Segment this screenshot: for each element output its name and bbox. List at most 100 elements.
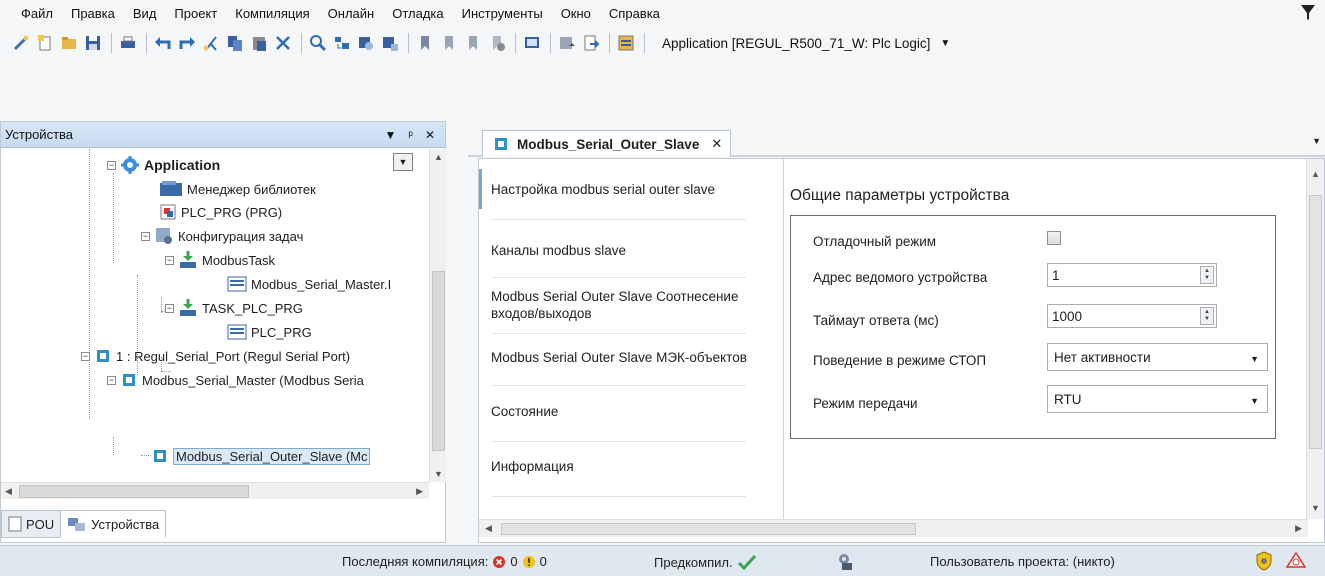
paste-icon[interactable]: [248, 32, 270, 54]
scroll-up-icon[interactable]: ▲: [434, 152, 443, 162]
side-tab-settings[interactable]: Настройка modbus serial outer slave: [479, 169, 769, 209]
menu-window[interactable]: Окно: [552, 6, 600, 21]
menu-online[interactable]: Онлайн: [319, 6, 384, 21]
close-icon[interactable]: ✕: [711, 136, 722, 152]
scrollbar-thumb[interactable]: [1309, 195, 1322, 449]
side-tab-iec-objects[interactable]: Modbus Serial Outer Slave МЭК-объектов: [479, 337, 769, 377]
close-icon[interactable]: ✕: [425, 128, 435, 142]
tree-node-modbus-serial-master-call[interactable]: Modbus_Serial_Master.I: [227, 273, 391, 295]
tree-node-modbustask[interactable]: − ModbusTask: [165, 249, 275, 271]
slave-address-stepper[interactable]: 1 ▲ ▼: [1047, 263, 1217, 287]
redo-icon[interactable]: [176, 32, 198, 54]
pin-icon[interactable]: ᵖ: [408, 128, 413, 142]
spin-up-icon[interactable]: ▲: [1204, 309, 1210, 316]
screen-icon[interactable]: [521, 32, 543, 54]
delete-icon[interactable]: [272, 32, 294, 54]
tree-node-library-manager[interactable]: Менеджер библиотек: [159, 178, 316, 200]
collapse-icon[interactable]: −: [107, 375, 116, 385]
bookmark-prev-icon[interactable]: [462, 32, 484, 54]
scrollbar-thumb[interactable]: [501, 523, 916, 535]
side-tab-channels[interactable]: Каналы modbus slave: [479, 239, 769, 261]
collapse-icon[interactable]: −: [81, 351, 90, 361]
scroll-down-icon[interactable]: ▼: [1311, 503, 1320, 513]
tree-node-task-configuration[interactable]: − Конфигурация задач: [141, 225, 303, 247]
undo-icon[interactable]: [152, 32, 174, 54]
device-menu-icon[interactable]: [556, 32, 578, 54]
collapse-icon[interactable]: −: [107, 160, 116, 170]
spin-down-icon[interactable]: ▼: [1204, 275, 1210, 282]
tab-modbus-serial-outer-slave[interactable]: Modbus_Serial_Outer_Slave ✕: [482, 130, 732, 157]
cut-icon[interactable]: [200, 32, 222, 54]
side-tab-label: Modbus Serial Outer Slave МЭК-объектов: [491, 349, 747, 365]
spin-up-icon[interactable]: ▲: [1204, 268, 1210, 275]
stepper-buttons[interactable]: ▲ ▼: [1200, 266, 1214, 284]
editor-horizontal-scrollbar[interactable]: ◀ ▶: [479, 519, 1308, 537]
collapse-icon[interactable]: −: [141, 231, 150, 241]
tree-horizontal-scrollbar[interactable]: ◀ ▶: [1, 482, 429, 499]
tab-pou[interactable]: POU: [1, 510, 62, 538]
task-config-icon[interactable]: [615, 32, 637, 54]
new-file-icon[interactable]: [34, 32, 56, 54]
menu-view[interactable]: Вид: [124, 6, 166, 21]
connection-warning-icon[interactable]: [1286, 551, 1306, 569]
side-tab-status[interactable]: Состояние: [479, 400, 769, 422]
bookmark-icon[interactable]: [414, 32, 436, 54]
editor-vertical-scrollbar[interactable]: ▲ ▼: [1306, 159, 1324, 519]
menu-help[interactable]: Справка: [600, 6, 669, 21]
copy-icon[interactable]: [224, 32, 246, 54]
open-project-icon[interactable]: [58, 32, 80, 54]
side-tab-io-mapping[interactable]: Modbus Serial Outer Slave Соотнесение вх…: [479, 285, 769, 325]
device-export-icon[interactable]: [580, 32, 602, 54]
bookmark-clear-icon[interactable]: [486, 32, 508, 54]
scroll-left-icon[interactable]: ◀: [485, 523, 492, 534]
menu-debug[interactable]: Отладка: [383, 6, 452, 21]
tree-node-modbus-serial-master[interactable]: − Modbus_Serial_Master (Modbus Seria: [107, 369, 364, 391]
spin-down-icon[interactable]: ▼: [1204, 316, 1210, 323]
active-application-select[interactable]: Application [REGUL_R500_71_W: Plc Logic]…: [656, 31, 957, 55]
menu-edit[interactable]: Правка: [62, 6, 124, 21]
tree-node-application[interactable]: − Application: [107, 154, 220, 176]
find-icon[interactable]: [307, 32, 329, 54]
scroll-down-icon[interactable]: ▼: [434, 469, 443, 479]
scroll-right-icon[interactable]: ▶: [416, 486, 423, 497]
transmission-mode-select[interactable]: RTU ▼: [1047, 385, 1268, 413]
tab-devices[interactable]: Устройства: [60, 510, 167, 538]
scroll-up-icon[interactable]: ▲: [1311, 169, 1320, 179]
project-settings-icon[interactable]: [836, 551, 854, 571]
browse-next-icon[interactable]: [379, 32, 401, 54]
find-replace-icon[interactable]: [331, 32, 353, 54]
collapse-icon[interactable]: −: [165, 303, 174, 313]
tree-node-task-plc-prg[interactable]: − TASK_PLC_PRG: [165, 297, 303, 319]
bookmark-next-icon[interactable]: [438, 32, 460, 54]
tree-node-modbus-serial-outer-slave[interactable]: Modbus_Serial_Outer_Slave (Mc: [151, 445, 371, 467]
save-icon[interactable]: [82, 32, 104, 54]
tree-node-plc-prg-call[interactable]: PLC_PRG: [227, 321, 312, 343]
tree-node-plc-prg-program[interactable]: PLC_PRG (PRG): [159, 201, 282, 223]
stop-behavior-select[interactable]: Нет активности ▼: [1047, 343, 1268, 371]
collapse-icon[interactable]: −: [165, 255, 174, 265]
new-object-icon[interactable]: [10, 32, 32, 54]
scrollbar-thumb[interactable]: [432, 271, 445, 451]
last-compile-label: Последняя компиляция:: [342, 554, 489, 569]
scroll-left-icon[interactable]: ◀: [5, 486, 12, 497]
menu-file[interactable]: Файл: [12, 6, 62, 21]
scrollbar-thumb[interactable]: [19, 485, 249, 498]
stepper-buttons[interactable]: ▲ ▼: [1200, 307, 1214, 325]
browse-icon[interactable]: [355, 32, 377, 54]
security-shield-icon[interactable]: [1255, 551, 1273, 571]
tree-vertical-scrollbar[interactable]: ▲ ▼: [429, 149, 446, 482]
side-tab-information[interactable]: Информация: [479, 455, 769, 477]
tab-list-dropdown-icon[interactable]: ▼: [1312, 136, 1321, 146]
tree-node-regul-serial-port[interactable]: − 1 : Regul_Serial_Port (Regul Serial Po…: [81, 345, 350, 367]
menu-build[interactable]: Компиляция: [226, 6, 318, 21]
application-dropdown-button[interactable]: ▼: [393, 153, 413, 171]
task-icon: [180, 299, 196, 316]
menu-project[interactable]: Проект: [165, 6, 226, 21]
pane-menu-icon[interactable]: ▼: [385, 128, 397, 142]
menu-tools[interactable]: Инструменты: [453, 6, 552, 21]
debug-mode-checkbox[interactable]: [1047, 231, 1061, 245]
print-icon[interactable]: [117, 32, 139, 54]
scroll-right-icon[interactable]: ▶: [1295, 523, 1302, 534]
filter-icon[interactable]: [1301, 5, 1315, 24]
response-timeout-stepper[interactable]: 1000 ▲ ▼: [1047, 304, 1217, 328]
